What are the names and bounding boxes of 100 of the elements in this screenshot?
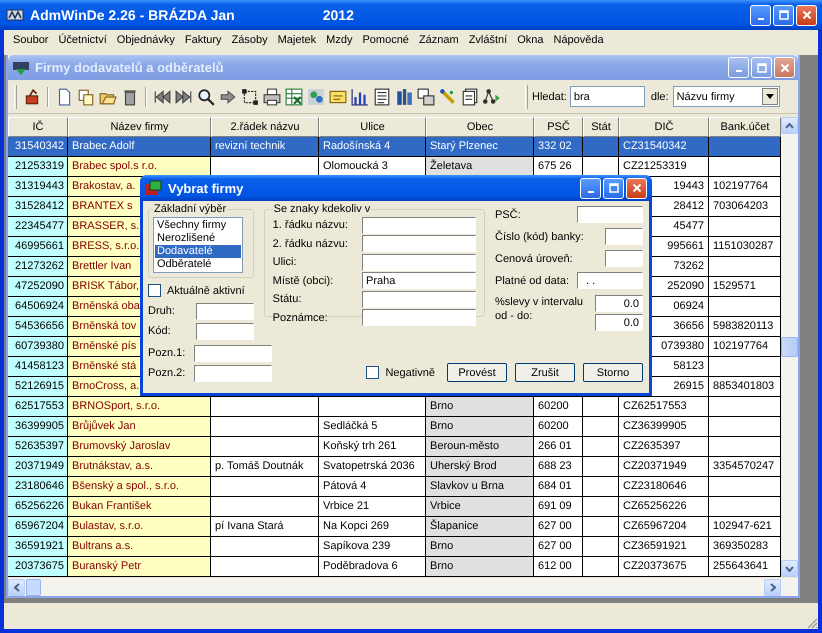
table-cell: Brůjůvek Jan	[68, 417, 211, 437]
table-cell: Uherský Brod	[426, 457, 534, 477]
menu-item[interactable]: Objednávky	[112, 34, 180, 46]
dialog-button[interactable]: Provést	[447, 363, 507, 382]
field-label: Ulici:	[272, 256, 297, 268]
table-cell: Brabec Adolf	[68, 137, 211, 157]
column-header[interactable]: Ulice	[319, 117, 426, 137]
menu-item[interactable]: Mzdy	[321, 34, 358, 46]
table-cell: 47252090	[8, 277, 68, 297]
table-cell: 46995661	[8, 237, 68, 257]
table-cell: Brno	[426, 537, 534, 557]
table-cell: Vrbice 21	[319, 497, 426, 517]
search-by-label: dle:	[650, 90, 669, 102]
menu-item[interactable]: Faktury	[180, 34, 227, 46]
column-header[interactable]: Bank.účet	[709, 117, 781, 137]
table-cell: 102947-621	[709, 517, 781, 537]
search-label: Hledat:	[532, 90, 567, 102]
menu-item[interactable]: Zásoby	[226, 34, 273, 46]
group-label: Se znaky kdekoliv v	[272, 203, 372, 215]
menu-item[interactable]: Pomocné	[357, 34, 414, 46]
field-label: Státu:	[272, 293, 302, 306]
table-cell: 684 01	[534, 477, 583, 497]
table-cell: Beroun-město	[426, 437, 534, 457]
table-cell: Brutnákstav, a.s.	[68, 457, 211, 477]
menu-item[interactable]: Zvláštní	[464, 34, 512, 46]
table-cell: 64506924	[8, 297, 68, 317]
menu-item[interactable]: Záznam	[414, 34, 464, 46]
table-cell: CZ36591921	[619, 537, 709, 557]
table-cell: 31540342	[8, 137, 68, 157]
table-cell: 20373675	[8, 557, 68, 577]
table-cell: revizní technik	[211, 137, 319, 157]
field-label: Pozn.1:	[148, 347, 186, 359]
selection-list[interactable]: Všechny firmy Nerozlišené Dodavatelé Odběratelé	[153, 217, 243, 273]
table-cell: 52126915	[8, 377, 68, 397]
table-cell: Buranský Petr	[68, 557, 211, 577]
search-by-dropdown[interactable]: Názvu firmy	[672, 86, 780, 107]
table-cell: 36399905	[8, 417, 68, 437]
column-header[interactable]: PSČ	[534, 117, 583, 137]
table-cell: p. Tomáš Doutnák	[211, 457, 319, 477]
menu-item[interactable]: Majetek	[272, 34, 322, 46]
menu-item[interactable]: Účetnictví	[53, 34, 112, 46]
checkbox-label: Negativně	[385, 366, 435, 378]
menu-item[interactable]: Soubor	[8, 34, 54, 46]
field-label: Kód:	[148, 325, 171, 337]
table-cell: CZ62517553	[619, 397, 709, 417]
table-cell: 54536656	[8, 317, 68, 337]
table-cell: 62517553	[8, 397, 68, 417]
table-cell: 21253319	[8, 157, 68, 177]
field-label: Pozn.2:	[148, 367, 186, 379]
column-header[interactable]: DIČ	[619, 117, 709, 137]
table-cell: CZ31540342	[619, 137, 709, 157]
table-cell: Brno	[426, 417, 534, 437]
table-cell: Sapíkova 239	[319, 537, 426, 557]
table-cell: 23180646	[8, 477, 68, 497]
table-cell: Vrbice	[426, 497, 534, 517]
table-cell: Bulastav, s.r.o.	[68, 517, 211, 537]
table-cell: 21273262	[8, 257, 68, 277]
table-cell: 332 02	[534, 137, 583, 157]
column-header[interactable]: 2.řádek názvu	[211, 117, 319, 137]
table-cell: Brumovský Jaroslav	[68, 437, 211, 457]
window-title: AdmWinDe 2.26 - BRÁZDA Jan	[30, 7, 235, 23]
search-field[interactable]: bra	[570, 86, 645, 107]
table-cell: Bukan František	[68, 497, 211, 517]
table-cell: 60739380	[8, 337, 68, 357]
table-cell: CZ65967204	[619, 517, 709, 537]
input-field[interactable]: 0.0	[595, 295, 643, 312]
input-field[interactable]: . .	[577, 272, 643, 289]
table-cell: Sedláčká 5	[319, 417, 426, 437]
table-cell: CZ2635397	[619, 437, 709, 457]
table-cell: CZ23180646	[619, 477, 709, 497]
table-cell: Koňský trh 261	[319, 437, 426, 457]
table-cell: 20371949	[8, 457, 68, 477]
column-header[interactable]: Stát	[583, 117, 619, 137]
menu-item[interactable]: Nápověda	[548, 34, 609, 46]
table-cell: Svatopetrská 2036	[319, 457, 426, 477]
table-cell: 627 00	[534, 537, 583, 557]
field-label: 2. řádku názvu:	[272, 238, 348, 250]
table-cell: CZ20371949	[619, 457, 709, 477]
input-field[interactable]: 0.0	[595, 314, 643, 331]
field-label: Číslo (kód) banky:	[495, 230, 584, 242]
table-cell: 102197764	[709, 177, 781, 197]
table-cell: 3354570247	[709, 457, 781, 477]
table-cell: Brno	[426, 557, 534, 577]
dialog-button[interactable]: Zrušit	[515, 363, 575, 382]
table-cell: pí Ivana Stará	[211, 517, 319, 537]
column-header[interactable]: IČ	[8, 117, 68, 137]
window-title: Firmy dodavatelů a odběratelů	[35, 60, 224, 75]
field-label: 1. řádku názvu:	[272, 219, 348, 232]
input-field[interactable]: Praha	[362, 272, 476, 290]
menu-item[interactable]: Okna	[512, 34, 548, 46]
table-cell: 688 23	[534, 457, 583, 477]
table-cell: 22345477	[8, 217, 68, 237]
column-header[interactable]: Obec	[426, 117, 534, 137]
list-item[interactable]: Dodavatelé	[155, 245, 241, 258]
table-cell: CZ65256226	[619, 497, 709, 517]
table-cell: Bšenský a spol., s.r.o.	[68, 477, 211, 497]
table-cell: Pátová 4	[319, 477, 426, 497]
dialog-button[interactable]: Storno	[583, 363, 643, 382]
table-cell: 31319443	[8, 177, 68, 197]
column-header[interactable]: Název firmy	[68, 117, 211, 137]
